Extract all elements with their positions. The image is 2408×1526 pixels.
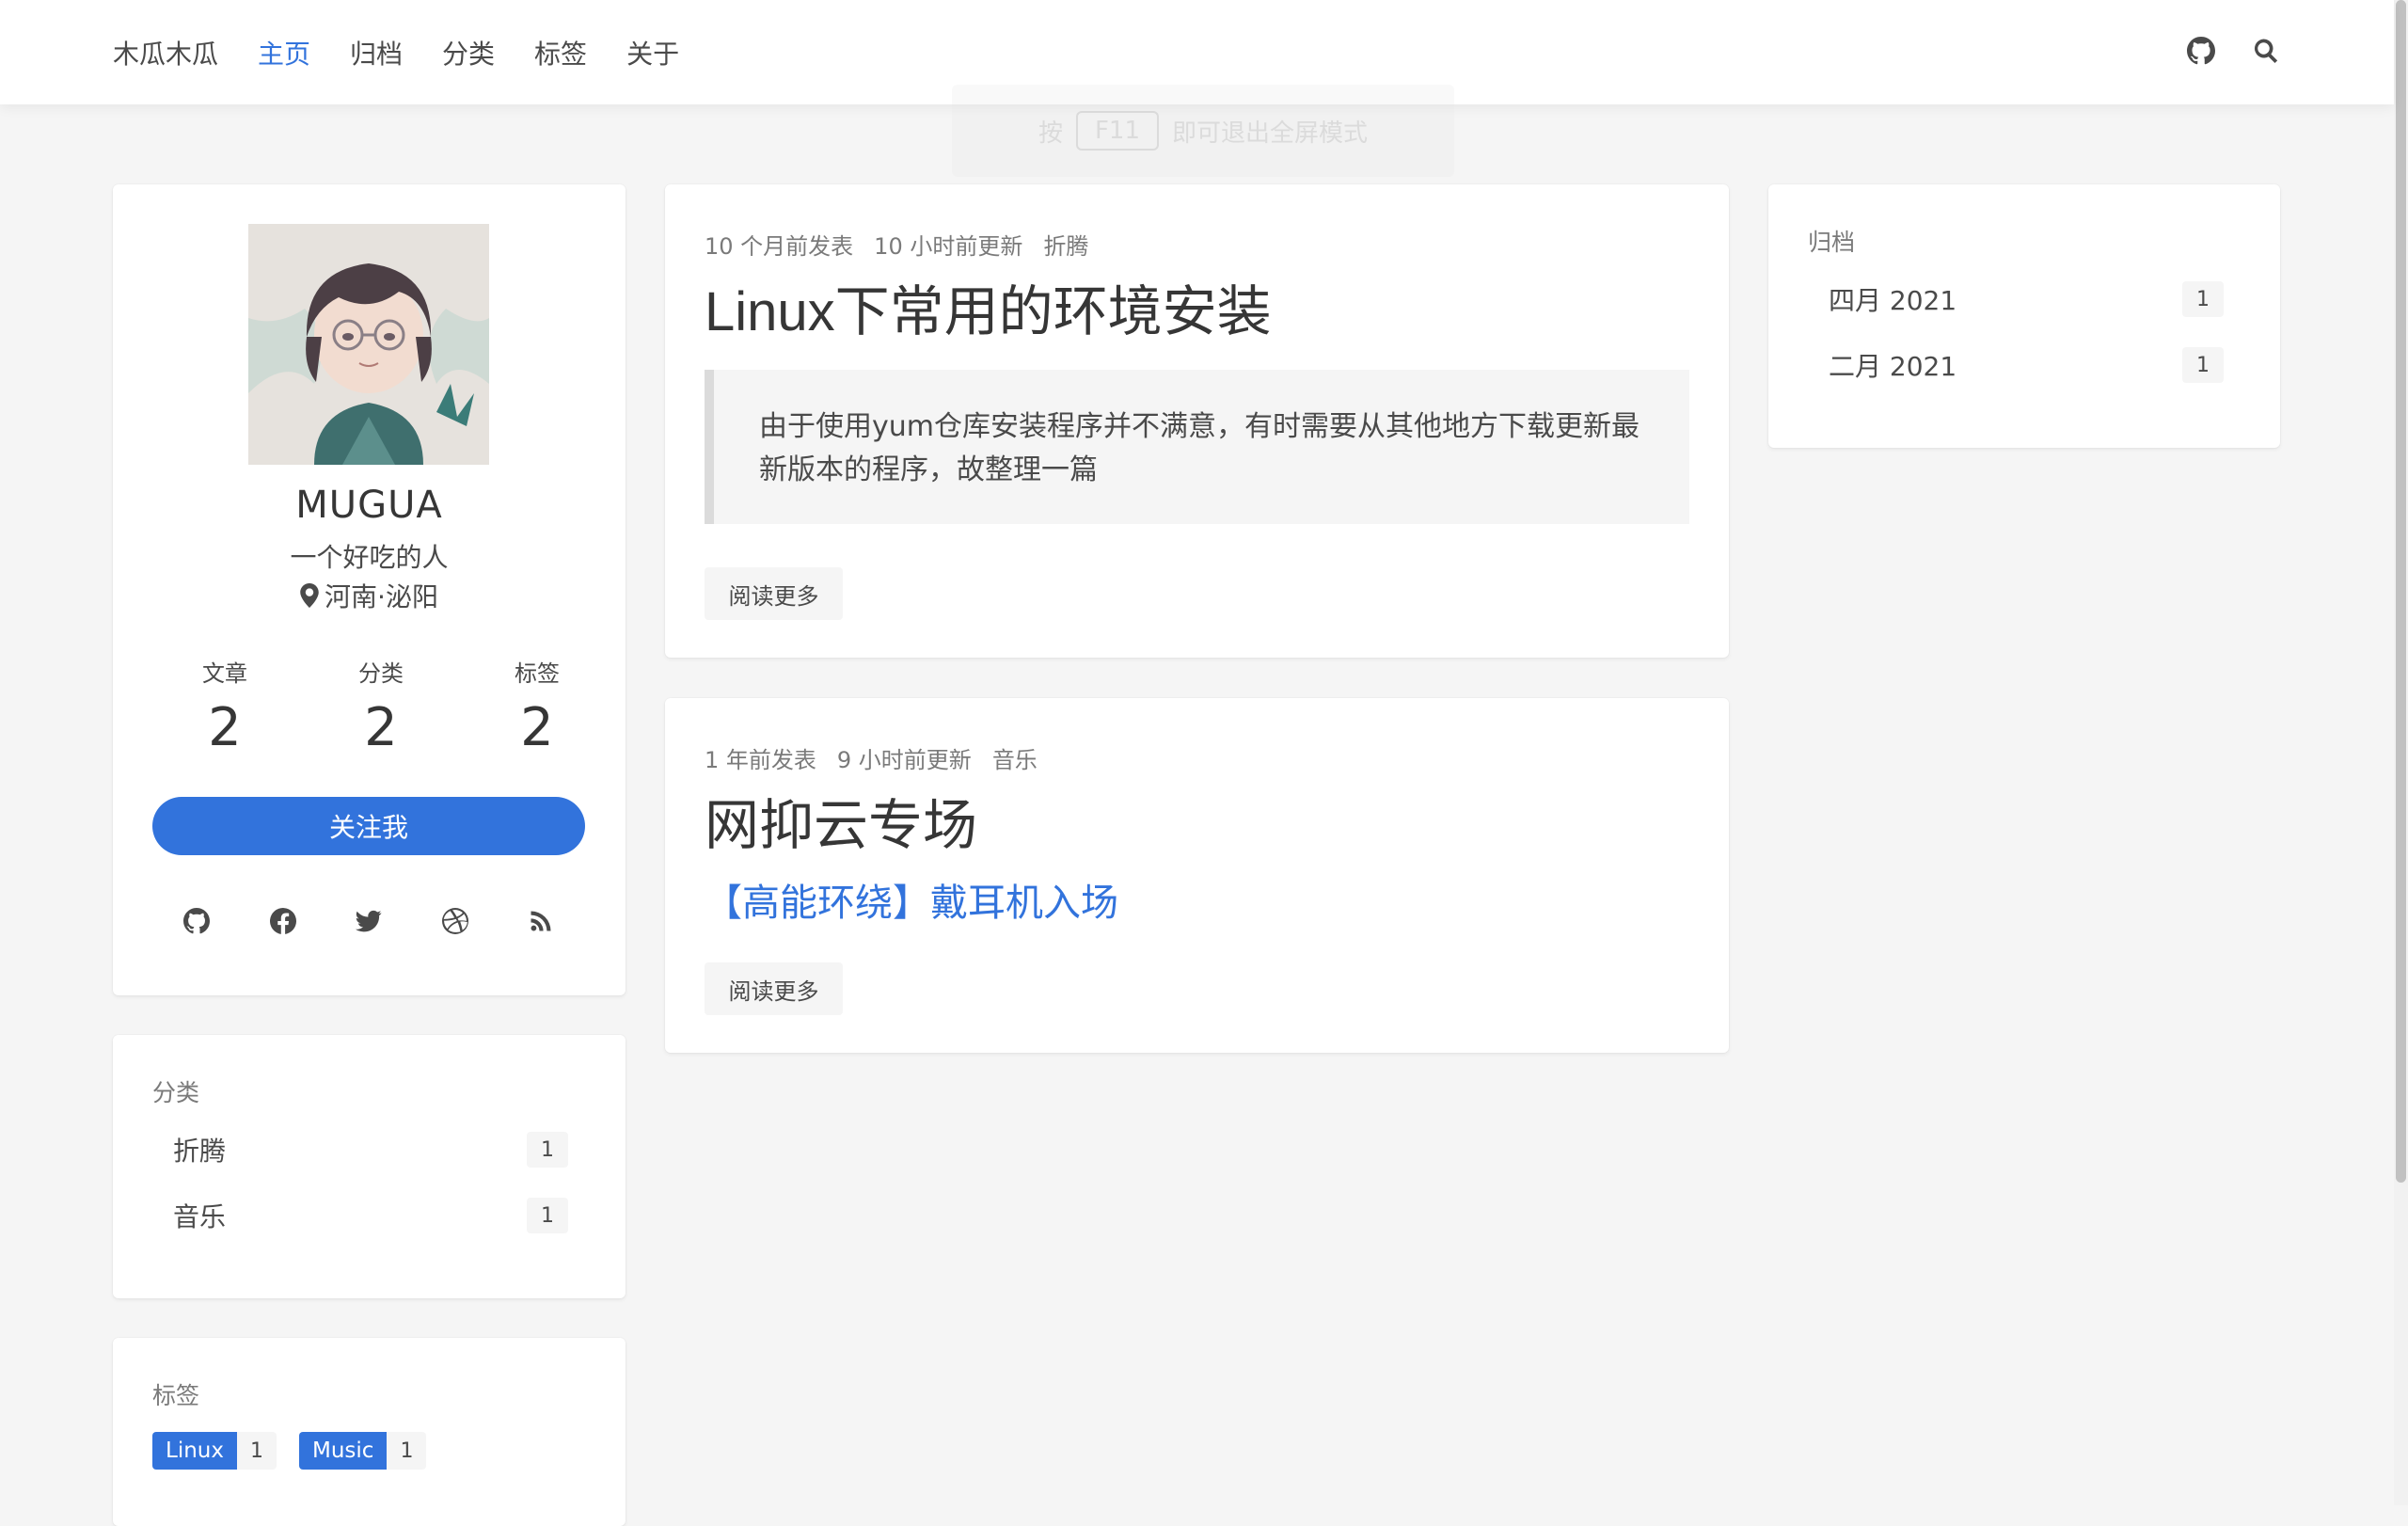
category-count: 1: [527, 1198, 568, 1233]
archive-label: 四月 2021: [1829, 285, 1957, 316]
fullscreen-hint-prefix: 按: [1038, 119, 1063, 148]
categories-card: 分类 折腾 1 音乐 1: [113, 1035, 626, 1298]
avatar: [248, 224, 489, 465]
tag-label: Linux: [152, 1432, 237, 1470]
rss-icon[interactable]: [525, 905, 557, 937]
stat-label: 标签: [515, 660, 560, 687]
archive-label: 二月 2021: [1829, 351, 1957, 382]
search-icon[interactable]: [2250, 35, 2282, 67]
fullscreen-hint-suffix: 即可退出全屏模式: [1172, 119, 1369, 148]
tag-count: 1: [387, 1432, 427, 1470]
stat-value: 2: [364, 697, 398, 758]
post-title[interactable]: 网抑云专场: [705, 781, 977, 860]
read-more-button[interactable]: 阅读更多: [705, 567, 843, 620]
tag-linux[interactable]: Linux 1: [152, 1432, 277, 1470]
profile-location: 河南·泌阳: [113, 577, 626, 614]
category-item[interactable]: 折腾 1: [152, 1122, 589, 1177]
post-excerpt: 由于使用yum仓库安装程序并不满意，有时需要从其他地方下载更新最新版本的程序，故…: [705, 370, 1689, 524]
map-marker-icon: [300, 583, 319, 608]
category-label: 折腾: [173, 1136, 227, 1167]
archive-count: 1: [2182, 347, 2224, 383]
categories-title: 分类: [152, 1079, 200, 1106]
stat-posts[interactable]: 文章 2: [164, 655, 286, 758]
follow-button[interactable]: 关注我: [152, 797, 585, 855]
stat-categories[interactable]: 分类 2: [320, 655, 442, 758]
profile-bio: 一个好吃的人: [290, 542, 449, 573]
post-published: 10 个月前发表: [705, 233, 854, 260]
github-icon[interactable]: [2185, 35, 2217, 67]
post-category-link[interactable]: 折腾: [1043, 228, 1088, 261]
profile-name: MUGUA: [295, 484, 443, 527]
scrollbar-thumb[interactable]: [2396, 0, 2406, 1183]
post-card: 1 年前发表 9 小时前更新 音乐 网抑云专场 【高能环绕】戴耳机入场 阅读更多: [665, 698, 1729, 1053]
stat-tags[interactable]: 标签 2: [476, 655, 598, 758]
nav-item-categories[interactable]: 分类: [442, 34, 495, 72]
stat-label: 文章: [202, 660, 247, 687]
post-title[interactable]: Linux下常用的环境安装: [705, 267, 1272, 346]
stat-value: 2: [520, 697, 554, 758]
fullscreen-hint: 按 F11 即可退出全屏模式: [952, 85, 1454, 177]
category-label: 音乐: [173, 1201, 227, 1232]
archives-title: 归档: [1808, 229, 1856, 256]
nav-item-archives[interactable]: 归档: [350, 34, 403, 72]
tag-label: Music: [299, 1432, 388, 1470]
tags-title: 标签: [152, 1382, 200, 1409]
post-content-link[interactable]: 【高能环绕】戴耳机入场: [705, 872, 1118, 927]
post-updated: 10 小时前更新: [874, 233, 1023, 260]
nav-item-home[interactable]: 主页: [258, 34, 310, 72]
read-more-button[interactable]: 阅读更多: [705, 962, 843, 1015]
nav-item-about[interactable]: 关于: [626, 34, 679, 72]
archives-card: 归档 四月 2021 1 二月 2021 1: [1768, 184, 2280, 448]
nav-menu: 主页 归档 分类 标签 关于: [258, 0, 719, 104]
fullscreen-hint-key: F11: [1075, 111, 1160, 151]
site-brand[interactable]: 木瓜木瓜: [113, 0, 218, 104]
post-meta: 10 个月前发表 10 小时前更新 折腾: [705, 228, 1088, 261]
profile-location-text: 河南·泌阳: [325, 581, 438, 612]
profile-card: MUGUA 一个好吃的人 河南·泌阳 文章 2 分类 2 标签 2 关注我: [113, 184, 626, 995]
archive-count: 1: [2182, 281, 2224, 317]
archive-item[interactable]: 四月 2021 1: [1808, 272, 2244, 326]
category-item[interactable]: 音乐 1: [152, 1188, 589, 1243]
post-published: 1 年前发表: [705, 747, 816, 773]
github-icon[interactable]: [181, 905, 213, 937]
dribbble-icon[interactable]: [439, 905, 471, 937]
archive-item[interactable]: 二月 2021 1: [1808, 338, 2244, 392]
nav-item-tags[interactable]: 标签: [534, 34, 587, 72]
tag-music[interactable]: Music 1: [299, 1432, 427, 1470]
stat-value: 2: [208, 697, 242, 758]
facebook-icon[interactable]: [267, 905, 299, 937]
twitter-icon[interactable]: [353, 905, 385, 937]
post-meta: 1 年前发表 9 小时前更新 音乐: [705, 741, 1038, 774]
profile-stats: 文章 2 分类 2 标签 2: [164, 655, 598, 758]
social-links: [181, 905, 557, 937]
post-card: 10 个月前发表 10 小时前更新 折腾 Linux下常用的环境安装 由于使用y…: [665, 184, 1729, 658]
tag-count: 1: [236, 1432, 277, 1470]
post-updated: 9 小时前更新: [836, 747, 972, 773]
category-count: 1: [527, 1132, 568, 1168]
stat-label: 分类: [358, 660, 404, 687]
post-category-link[interactable]: 音乐: [992, 741, 1038, 774]
